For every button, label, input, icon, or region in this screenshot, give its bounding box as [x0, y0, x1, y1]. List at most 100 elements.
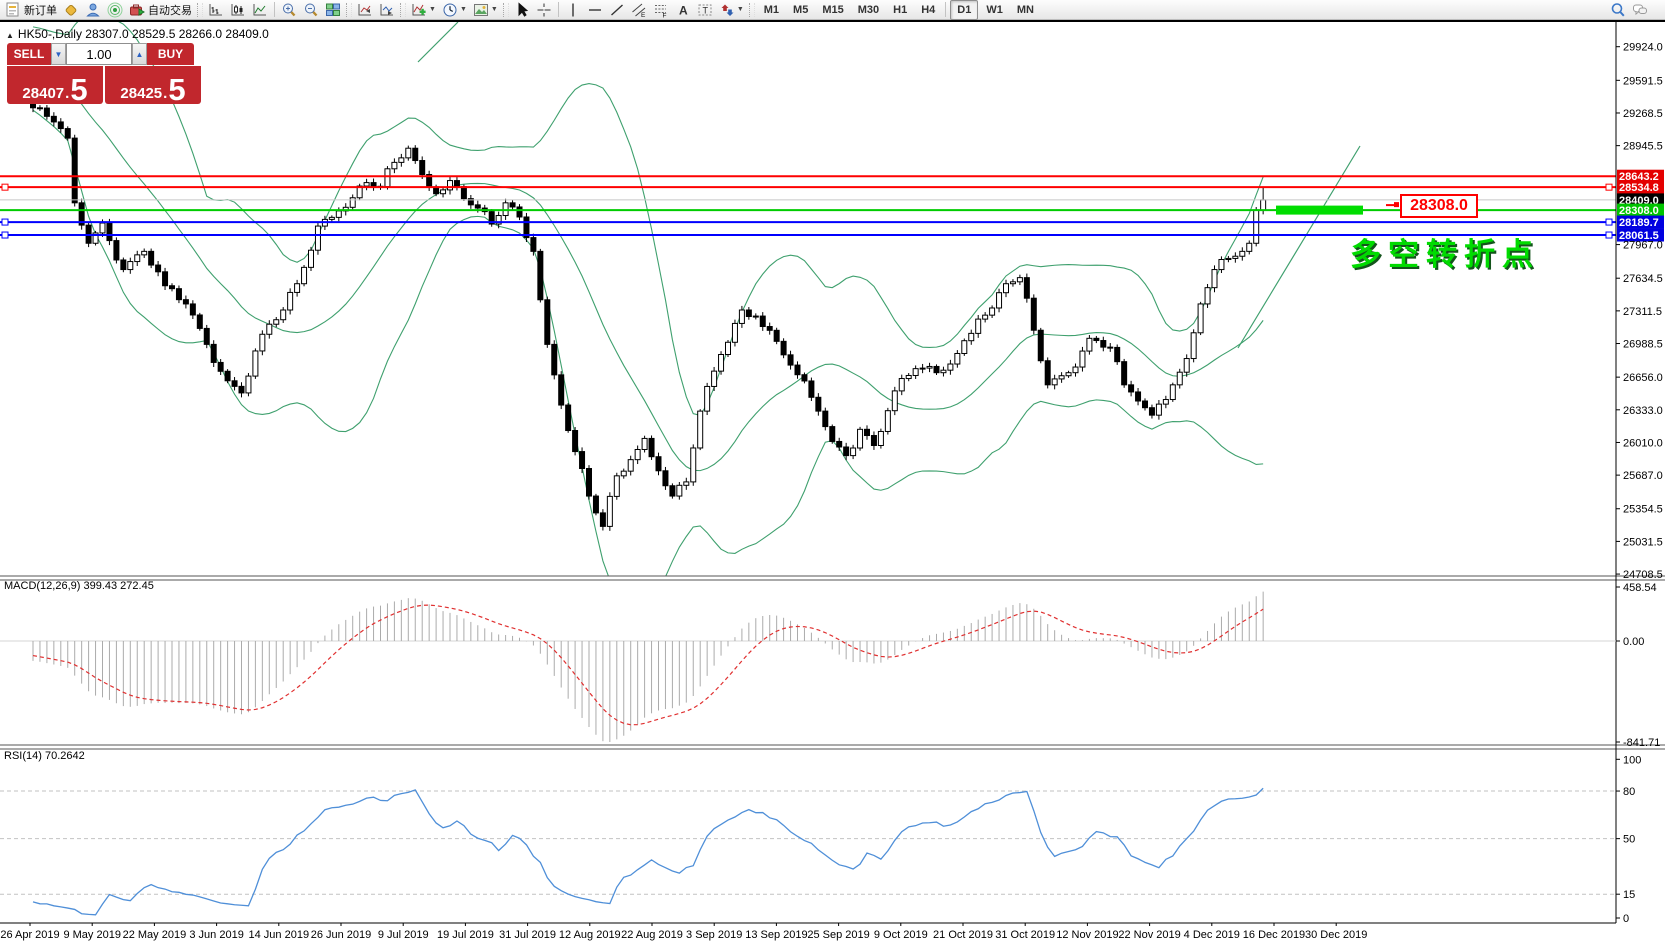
templates-button[interactable]: ▼ — [471, 1, 500, 19]
axis-price-flag-text: 28308.0 — [1619, 205, 1659, 217]
chevron-down-icon: ▼ — [491, 6, 498, 13]
text-label-button[interactable]: T — [695, 1, 715, 19]
autotrade-icon — [129, 2, 145, 18]
fibonacci-button[interactable]: F — [651, 1, 671, 19]
horizontal-line-button[interactable] — [585, 1, 605, 19]
periods-button[interactable]: ▼ — [440, 1, 469, 19]
zoom-out-icon — [303, 2, 319, 18]
vertical-line-button[interactable] — [563, 1, 583, 19]
trendline-button[interactable] — [607, 1, 627, 19]
macd-tick-label: 0.00 — [1623, 636, 1644, 648]
date-tick-label: 26 Jun 2019 — [311, 929, 372, 941]
support-highlight-bar[interactable] — [1276, 206, 1363, 215]
market-watch-button[interactable] — [61, 1, 81, 19]
axis-price-flag-text: 28189.7 — [1619, 217, 1659, 229]
date-tick-label: 3 Sep 2019 — [686, 929, 742, 941]
date-tick-label: 31 Jul 2019 — [499, 929, 556, 941]
timeframe-w1-button[interactable]: W1 — [980, 1, 1009, 19]
crosshair-icon — [536, 2, 552, 18]
line-handle[interactable] — [2, 184, 8, 190]
date-tick-label: 9 Oct 2019 — [874, 929, 928, 941]
toolbar-right-icons — [1607, 1, 1651, 19]
arrows-button[interactable]: ▼ — [717, 1, 746, 19]
timeframe-h4-button[interactable]: H4 — [915, 1, 941, 19]
line-handle[interactable] — [1606, 184, 1612, 190]
macd-histogram — [33, 592, 1263, 742]
trendline-object-2[interactable] — [418, 22, 458, 62]
cursor-button[interactable] — [512, 1, 532, 19]
timeframe-m30-button[interactable]: M30 — [852, 1, 885, 19]
indicators-button[interactable]: ▼ — [409, 1, 438, 19]
svg-text:F: F — [662, 12, 666, 18]
sell-button[interactable]: SELL — [7, 43, 51, 65]
bollinger-lower — [33, 110, 1263, 609]
chart-shift-button[interactable] — [377, 1, 397, 19]
cursor-icon — [514, 2, 530, 18]
date-tick-label: 25 Sep 2019 — [807, 929, 869, 941]
buy-price-button[interactable]: 28425.5 — [105, 66, 201, 104]
line-handle[interactable] — [1606, 232, 1612, 238]
sell-price-button[interactable]: 28407.5 — [7, 66, 103, 104]
buy-price: 28425 — [120, 86, 162, 101]
date-tick-label: 16 Dec 2019 — [1243, 929, 1305, 941]
timeframe-d1-button[interactable]: D1 — [950, 0, 978, 20]
profile-button[interactable] — [83, 1, 103, 19]
new-order-button[interactable]: 新订单 — [3, 1, 59, 19]
chat-button[interactable] — [1630, 1, 1650, 19]
date-tick-label: 14 Jun 2019 — [249, 929, 310, 941]
bollinger-upper — [33, 10, 1263, 415]
buy-button[interactable]: BUY — [147, 43, 194, 65]
volume-decrease-button[interactable]: ▼ — [51, 43, 66, 65]
search-button[interactable] — [1608, 1, 1628, 19]
toolbar: 新订单 自动交易 ▼ ▼ ▼ E F AT ▼ M1M5M15M30H1H4 D1W1MN — [0, 0, 1665, 20]
collapse-chart-icon[interactable]: ▲ — [6, 31, 14, 40]
timeframe-h1-button[interactable]: H1 — [887, 1, 913, 19]
channel-button[interactable]: E — [629, 1, 649, 19]
volume-input[interactable] — [66, 43, 132, 65]
auto-scroll-button[interactable] — [355, 1, 375, 19]
arrange-1-icon — [357, 2, 373, 18]
timeframe-m1-button[interactable]: M1 — [758, 1, 785, 19]
auto-trading-button[interactable]: 自动交易 — [127, 1, 194, 19]
crosshair-button[interactable] — [534, 1, 554, 19]
tile-windows-button[interactable] — [323, 1, 343, 19]
trendline-icon — [609, 2, 625, 18]
chart-window-border — [0, 20, 1665, 22]
date-tick-label: 22 May 2019 — [123, 929, 187, 941]
timeframe-mn-button[interactable]: MN — [1011, 1, 1040, 19]
text-button[interactable]: A — [673, 1, 693, 19]
gold-icon — [63, 2, 79, 18]
toolbar-drag-handle — [400, 3, 406, 17]
chevron-down-icon: ▼ — [460, 6, 467, 13]
macd-tick-label: 458.54 — [1623, 582, 1657, 594]
price-tick-label: 29268.5 — [1623, 108, 1663, 120]
chart-canvas: 28643.228534.828409.028308.028189.728061… — [0, 0, 1665, 943]
candlestick-chart-button[interactable] — [228, 1, 248, 19]
search-icon — [1610, 2, 1626, 18]
signals-icon — [107, 2, 123, 18]
line-chart-button[interactable] — [250, 1, 270, 19]
bar-chart-button[interactable] — [206, 1, 226, 19]
timeframe-m5-button[interactable]: M5 — [787, 1, 814, 19]
price-tick-label: 26010.0 — [1623, 437, 1663, 449]
tile-icon — [325, 2, 341, 18]
turning-point-annotation: 多空转折点 — [1350, 229, 1540, 274]
chevron-down-icon: ▼ — [737, 6, 744, 13]
rsi-line — [33, 788, 1263, 915]
line-handle[interactable] — [2, 219, 8, 225]
toolbar-drag-handle — [503, 3, 509, 17]
date-tick-label: 3 Jun 2019 — [189, 929, 243, 941]
signals-button[interactable] — [105, 1, 125, 19]
svg-text:E: E — [641, 12, 646, 18]
rsi-tick-label: 0 — [1623, 913, 1629, 925]
date-tick-label: 9 May 2019 — [63, 929, 120, 941]
buy-price-pips: 5 — [168, 78, 185, 101]
line-handle[interactable] — [1606, 219, 1612, 225]
line-handle[interactable] — [2, 232, 8, 238]
zoom-in-button[interactable] — [279, 1, 299, 19]
price-tick-label: 28945.5 — [1623, 141, 1663, 153]
timeframe-m15-button[interactable]: M15 — [816, 1, 849, 19]
zoom-out-button[interactable] — [301, 1, 321, 19]
price-callout-label[interactable]: 28308.0 — [1400, 194, 1478, 218]
volume-increase-button[interactable]: ▲ — [132, 43, 147, 65]
